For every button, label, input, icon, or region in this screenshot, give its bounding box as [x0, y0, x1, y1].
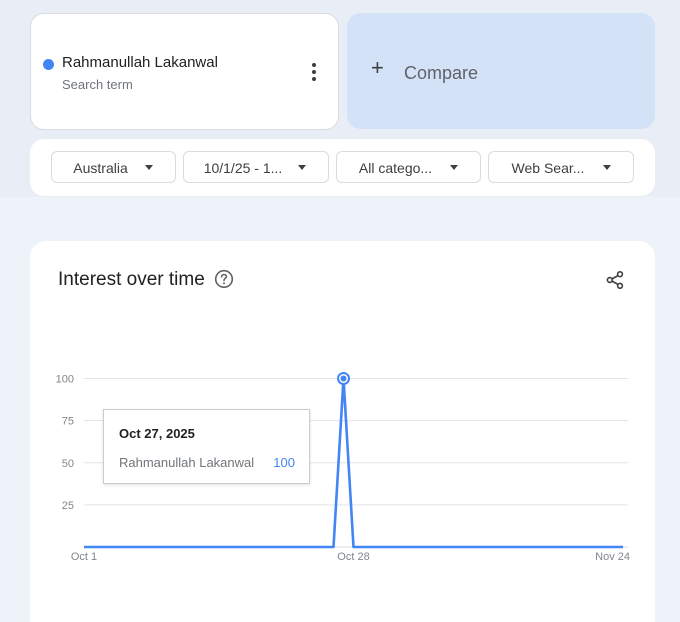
x-tick-label: Nov 24 — [595, 551, 630, 563]
y-tick-label: 50 — [62, 458, 74, 470]
search-term-type: Search term — [62, 77, 133, 92]
plus-icon: + — [371, 55, 384, 80]
date-range-select[interactable]: 10/1/25 - 1... — [183, 151, 329, 183]
tooltip-series-name: Rahmanullah Lakanwal — [119, 455, 255, 470]
x-tick-label: Oct 1 — [71, 551, 97, 563]
y-tick-label: 75 — [62, 416, 74, 428]
interest-over-time-card: Interest over time 25 50 75 100 Oct 1 Oct 28 N… — [30, 241, 655, 622]
compare-label: Compare — [404, 63, 479, 83]
search-term-name[interactable]: Rahmanullah Lakanwal — [62, 54, 218, 71]
region-select-value: Australia — [73, 160, 128, 176]
category-select-value: All catego... — [358, 160, 433, 176]
caret-down-icon — [603, 165, 611, 170]
y-tick-label: 100 — [56, 374, 74, 386]
region-select[interactable]: Australia — [51, 151, 176, 183]
search-type-select-value: Web Sear... — [511, 160, 585, 176]
x-tick-label: Oct 28 — [337, 551, 369, 563]
filter-bar: Australia 10/1/25 - 1... All catego... W… — [30, 139, 655, 196]
compare-button[interactable]: + Compare — [347, 13, 655, 129]
highlighted-point — [340, 375, 347, 382]
caret-down-icon — [145, 165, 153, 170]
series-color-dot — [43, 59, 54, 70]
tooltip-value: 100 — [273, 455, 295, 470]
y-tick-label: 25 — [62, 500, 74, 512]
caret-down-icon — [450, 165, 458, 170]
tooltip-date: Oct 27, 2025 — [119, 426, 195, 441]
search-type-select[interactable]: Web Sear... — [488, 151, 634, 183]
date-range-select-value: 10/1/25 - 1... — [203, 160, 283, 176]
more-vert-icon[interactable] — [303, 61, 325, 83]
category-select[interactable]: All catego... — [336, 151, 481, 183]
data-point-tooltip: Oct 27, 2025 Rahmanullah Lakanwal 100 — [103, 409, 310, 484]
search-term-card[interactable]: Rahmanullah Lakanwal Search term — [30, 13, 339, 130]
caret-down-icon — [298, 165, 306, 170]
